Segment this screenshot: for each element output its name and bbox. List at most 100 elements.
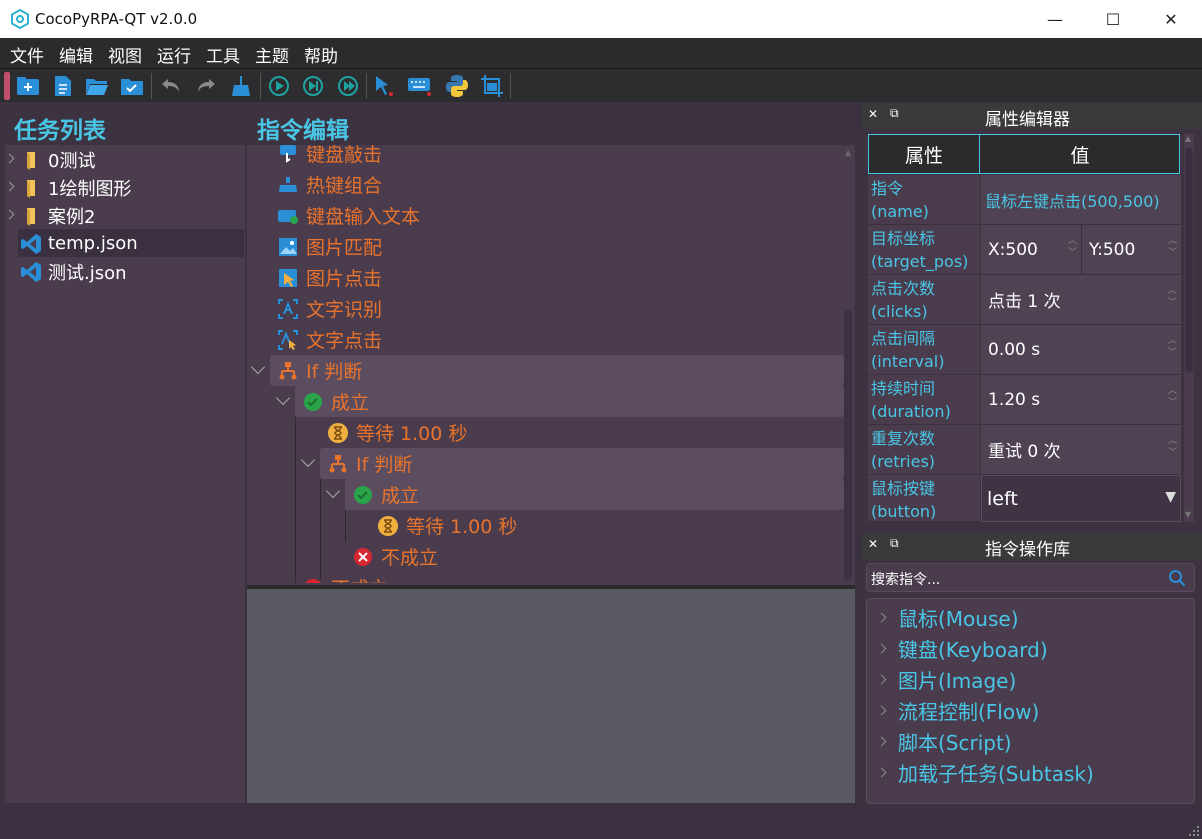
prop-target-pos-value: X:500 ︿ ﹀ Y:500 ︿ ﹀ <box>981 225 1181 275</box>
dropdown-arrow-icon: ▼ <box>1165 489 1176 505</box>
task-folder-0[interactable]: 0测试 <box>20 146 95 173</box>
status-bar <box>0 805 1202 839</box>
menu-file[interactable]: 文件 <box>10 42 44 67</box>
cmd-true-2[interactable]: 成立 <box>352 481 419 508</box>
target-x-spinbox[interactable]: X:500 ︿ ﹀ <box>981 225 1082 274</box>
cmd-wait-2[interactable]: 等待 1.00 秒 <box>377 512 517 539</box>
cmd-true-1[interactable]: 成立 <box>302 388 369 415</box>
title-bar: CocoPyRPA-QT v2.0.0 — ☐ ✕ <box>0 0 1202 38</box>
float-icon[interactable]: ⧉ <box>890 536 899 551</box>
prop-duration-spinbox[interactable]: 1.20 s ︿ ﹀ <box>981 375 1181 425</box>
resize-grip-icon[interactable] <box>1188 825 1200 837</box>
keyboard-record-icon[interactable] <box>406 72 434 100</box>
collapse-icon[interactable] <box>275 390 291 406</box>
collapse-icon[interactable] <box>300 452 316 468</box>
vscode-file-icon <box>21 233 41 254</box>
cross-icon <box>352 546 374 568</box>
folder-icon <box>27 151 35 170</box>
target-y-spinbox[interactable]: Y:500 ︿ ﹀ <box>1083 225 1181 274</box>
search-placeholder: 搜索指令... <box>871 572 941 588</box>
library-item-script[interactable]: 脚本(Script) <box>876 727 1012 756</box>
toolbar <box>0 68 1202 102</box>
open-folder-icon[interactable] <box>83 72 111 100</box>
new-file-icon[interactable] <box>49 72 77 100</box>
branch-icon <box>277 360 299 382</box>
prop-interval-spinbox[interactable]: 0.00 s ︿ ﹀ <box>981 325 1181 375</box>
column-name: 属性 <box>869 135 980 173</box>
cmd-false-1[interactable]: 不成立 <box>302 574 388 583</box>
prop-name-label: 指令 (name) <box>868 175 980 225</box>
maximize-button[interactable]: ☐ <box>1084 0 1142 38</box>
column-value: 值 <box>1070 144 1090 167</box>
folder-icon <box>27 207 35 226</box>
redo-icon[interactable] <box>192 72 220 100</box>
task-folder-1[interactable]: 1绘制图形 <box>20 174 131 201</box>
menu-view[interactable]: 视图 <box>108 42 142 67</box>
keyboard-tap-icon <box>277 145 299 165</box>
close-icon[interactable]: ✕ <box>868 107 878 121</box>
cmd-text-click[interactable]: 文字点击 <box>277 326 382 353</box>
minimize-button[interactable]: — <box>1026 0 1084 38</box>
prop-retries-spinbox[interactable]: 重试 0 次 ︿ ﹀ <box>981 425 1181 475</box>
library-item-image[interactable]: 图片(Image) <box>876 665 1016 694</box>
cmd-false-2[interactable]: 不成立 <box>352 543 438 570</box>
cmd-text-recognize[interactable]: 文字识别 <box>277 295 382 322</box>
cmd-wait-1[interactable]: 等待 1.00 秒 <box>327 419 467 446</box>
text-click-icon <box>277 329 299 351</box>
menu-run[interactable]: 运行 <box>157 42 191 67</box>
check-icon <box>302 391 324 413</box>
run-to-icon[interactable] <box>334 72 362 100</box>
cross-icon <box>302 577 324 583</box>
folder-icon <box>27 179 35 198</box>
library-item-subtask[interactable]: 加载子任务(Subtask) <box>876 758 1094 787</box>
save-folder-icon[interactable] <box>118 72 146 100</box>
clear-icon[interactable] <box>227 72 255 100</box>
library-item-mouse[interactable]: 鼠标(Mouse) <box>876 603 1019 632</box>
prop-button-select[interactable]: left ▼ <box>981 475 1181 522</box>
close-icon[interactable]: ✕ <box>868 537 878 551</box>
cmd-if-2[interactable]: If 判断 <box>327 450 412 477</box>
run-step-icon[interactable] <box>299 72 327 100</box>
library-item-flow[interactable]: 流程控制(Flow) <box>876 696 1039 725</box>
task-folder-2[interactable]: 案例2 <box>20 202 95 229</box>
collapse-icon[interactable] <box>325 483 341 499</box>
search-icon[interactable] <box>1168 569 1186 587</box>
menu-theme[interactable]: 主题 <box>255 42 289 67</box>
cmd-image-match[interactable]: 图片匹配 <box>277 233 382 260</box>
prop-name-value[interactable]: 鼠标左键点击(500,500) <box>981 175 1181 225</box>
menu-help[interactable]: 帮助 <box>304 42 338 67</box>
screenshot-icon[interactable] <box>478 72 506 100</box>
task-file-temp[interactable]: temp.json <box>20 230 138 257</box>
output-panel <box>247 589 855 803</box>
editor-scrollbar[interactable] <box>844 310 852 580</box>
new-task-icon[interactable] <box>14 72 42 100</box>
property-scrollbar[interactable]: ▲ ▼ <box>1184 134 1194 522</box>
collapse-icon[interactable] <box>250 359 266 375</box>
float-icon[interactable]: ⧉ <box>890 106 899 121</box>
app-logo-icon <box>11 9 29 29</box>
search-input[interactable]: 搜索指令... <box>866 563 1195 592</box>
close-button[interactable]: ✕ <box>1142 0 1200 38</box>
python-icon[interactable] <box>443 72 471 100</box>
cmd-hotkey[interactable]: 热键组合 <box>277 171 382 198</box>
property-panel-title: 属性编辑器 <box>985 110 1070 130</box>
hourglass-icon <box>377 515 399 537</box>
command-list: 键盘敲击 热键组合 键盘输入文本 图片匹配 图片点击 文字识别 文字点击 If … <box>247 145 844 583</box>
image-match-icon <box>277 236 299 258</box>
library-item-keyboard[interactable]: 键盘(Keyboard) <box>876 634 1048 663</box>
check-icon <box>352 484 374 506</box>
hotkey-icon <box>277 174 299 196</box>
menu-tools[interactable]: 工具 <box>206 42 240 67</box>
pick-element-icon[interactable] <box>370 72 398 100</box>
toolbar-handle[interactable] <box>4 72 10 100</box>
undo-icon[interactable] <box>157 72 185 100</box>
cmd-if-1[interactable]: If 判断 <box>277 357 362 384</box>
task-file-test[interactable]: 测试.json <box>20 258 127 285</box>
run-icon[interactable] <box>265 72 293 100</box>
cmd-keyboard-text[interactable]: 键盘输入文本 <box>277 202 420 229</box>
editor-title: 指令编辑 <box>257 118 349 144</box>
prop-clicks-spinbox[interactable]: 点击 1 次 ︿ ﹀ <box>981 275 1181 325</box>
cmd-image-click[interactable]: 图片点击 <box>277 264 382 291</box>
cmd-keyboard-tap[interactable]: 键盘敲击 <box>277 145 382 167</box>
menu-edit[interactable]: 编辑 <box>59 42 93 67</box>
